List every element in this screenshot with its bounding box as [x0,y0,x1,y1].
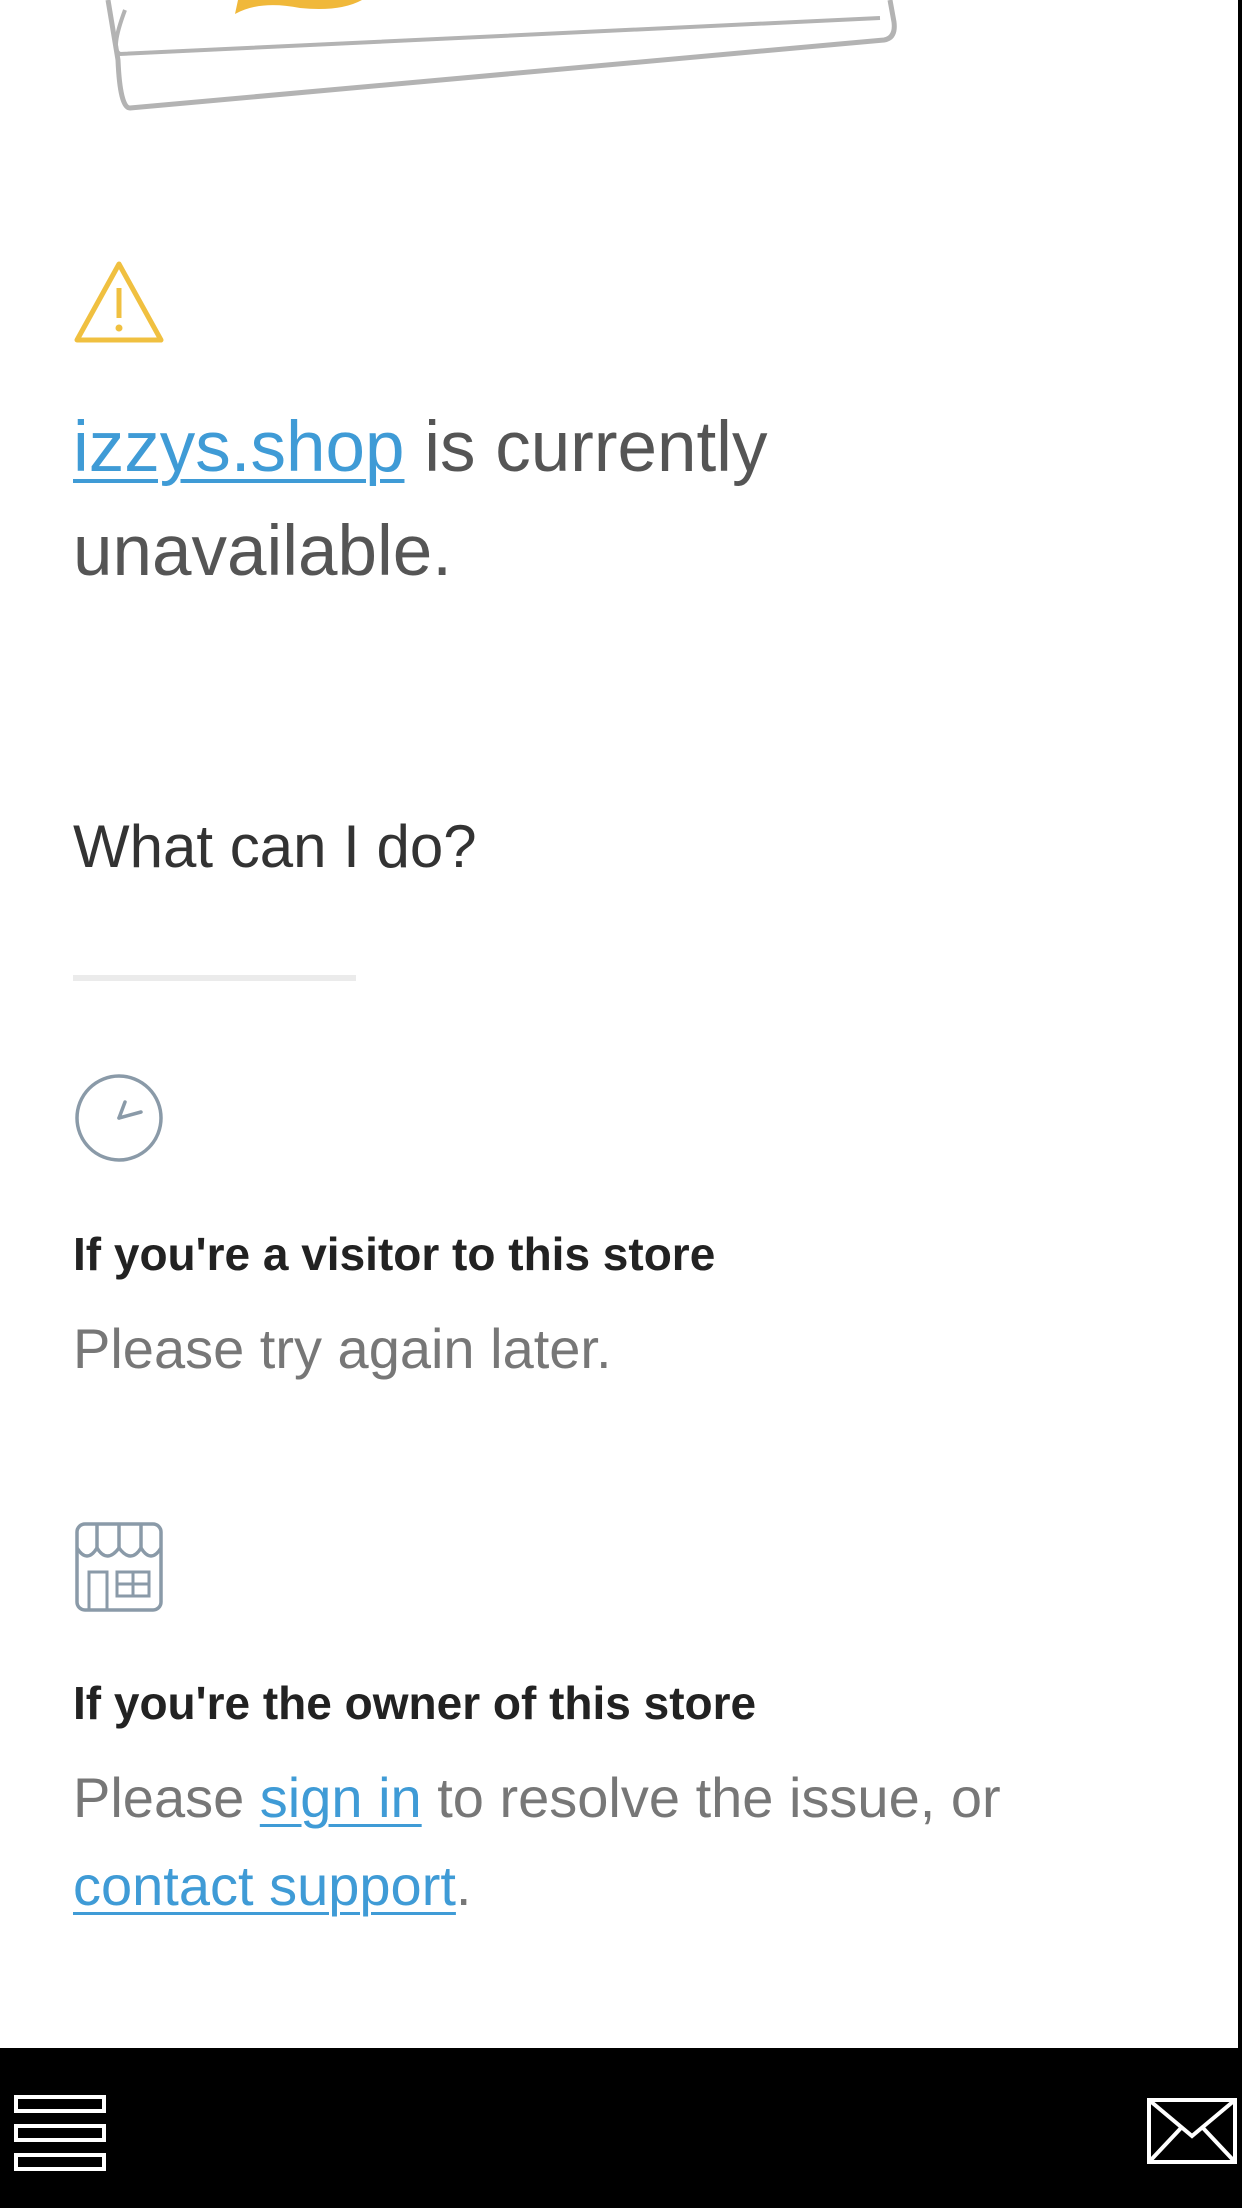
divider [73,975,356,981]
hamburger-menu-icon[interactable] [14,2095,106,2171]
contact-support-link[interactable]: contact support [73,1854,456,1917]
owner-text: Please sign in to resolve the issue, or … [73,1754,1153,1930]
store-domain-link[interactable]: izzys.shop [73,408,404,487]
owner-text-prefix: Please [73,1766,260,1829]
help-title: What can I do? [73,813,477,880]
visitor-title: If you're a visitor to this store [73,1228,716,1280]
page: izzys.shop is currently unavailable. Wha… [0,0,1242,2208]
clock-icon [75,1074,163,1162]
unavailable-message: izzys.shop is currently unavailable. [73,396,1153,604]
sign-in-link[interactable]: sign in [260,1766,422,1829]
storefront-card-illustration [105,0,897,111]
warning-icon [74,261,164,343]
bottom-bar [0,2048,1242,2208]
store-icon [75,1522,163,1612]
owner-text-middle: to resolve the issue, or [421,1766,1001,1829]
owner-text-suffix: . [455,1854,472,1917]
envelope-icon[interactable] [1147,2098,1237,2164]
page-edge [1238,0,1242,2048]
visitor-text: Please try again later. [73,1317,612,1380]
owner-title: If you're the owner of this store [73,1677,757,1729]
